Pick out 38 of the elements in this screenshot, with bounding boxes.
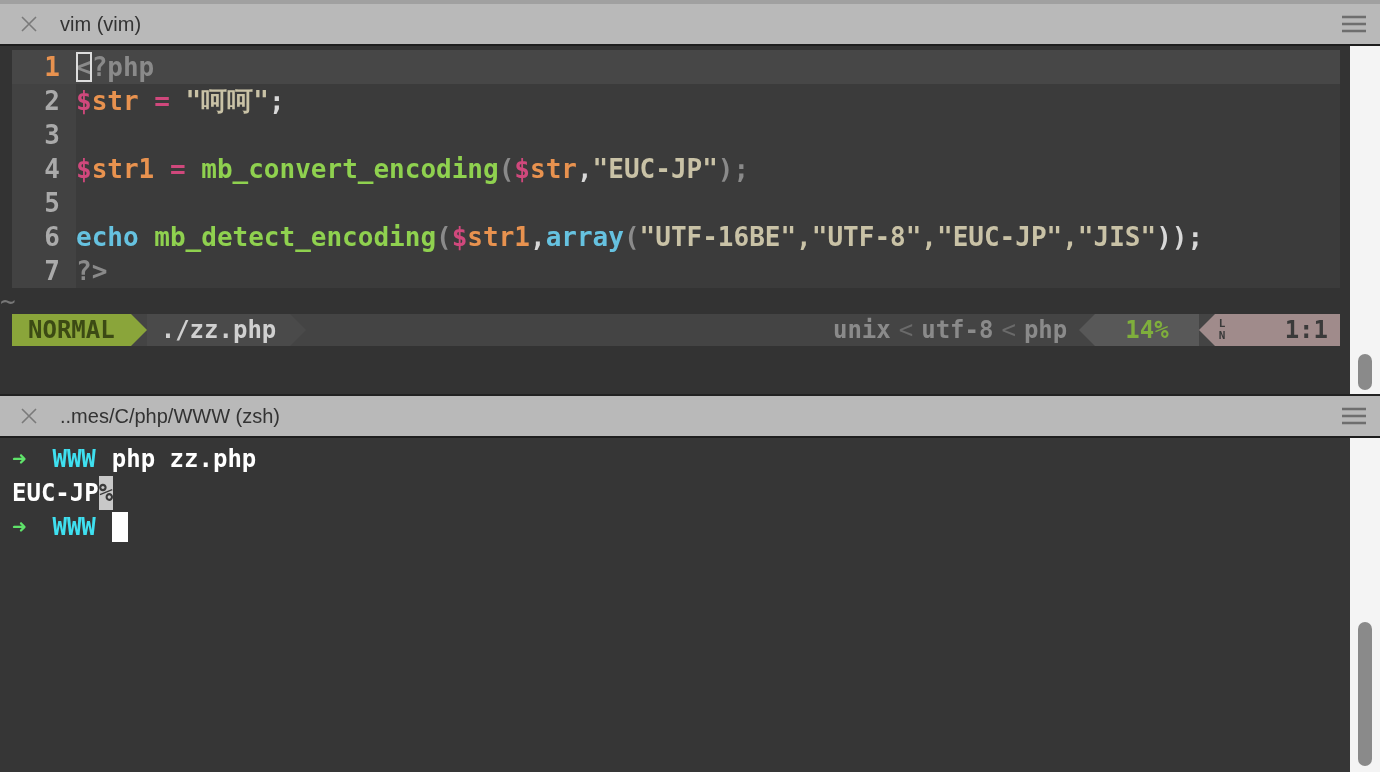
scrollbar[interactable]	[1350, 438, 1380, 772]
file-type: php	[1023, 315, 1069, 346]
line-number: 4	[12, 152, 76, 186]
tilde: ~	[0, 288, 16, 314]
code-text: $str = "呵呵";	[76, 85, 285, 118]
separator-arrow-icon	[1079, 314, 1096, 346]
line-number: 5	[12, 186, 76, 220]
prompt-arrow: ➜	[12, 444, 27, 475]
separator: <	[897, 315, 915, 346]
scrollbar-thumb[interactable]	[1358, 354, 1372, 390]
line-number: 2	[12, 84, 76, 118]
scrollbar-thumb[interactable]	[1358, 622, 1372, 766]
menu-icon[interactable]	[1342, 15, 1366, 33]
prompt-directory: WWW	[52, 444, 96, 475]
code-text: ?>	[76, 255, 108, 288]
file-format: unix	[832, 315, 891, 346]
separator: <	[1000, 315, 1017, 346]
separator-arrow-icon	[130, 314, 147, 346]
pane-title: vim (vim)	[60, 12, 142, 37]
code-text: echo mb_detect_encoding($str1,array("UTF-16BE","UTF-8","EUC-JP","JIS"));	[76, 221, 1204, 254]
close-icon[interactable]	[20, 15, 38, 33]
pane-title: ..mes/C/php/WWW (zsh)	[60, 404, 280, 429]
close-icon[interactable]	[20, 407, 38, 425]
prompt-directory: WWW	[52, 512, 96, 543]
file-encoding: utf-8	[921, 315, 994, 346]
terminal-text: %	[98, 476, 114, 510]
menu-icon[interactable]	[1342, 407, 1366, 425]
code-text: $str1 = mb_convert_encoding($str,"EUC-JP");	[76, 153, 750, 186]
cursor-position: 1:1	[1284, 315, 1328, 346]
scrollbar[interactable]	[1350, 46, 1380, 394]
terminal-text: EUC-JP	[12, 478, 99, 509]
line-number: 7	[12, 254, 76, 288]
prompt-arrow: ➜	[12, 512, 27, 543]
line-number: 1	[43, 51, 61, 84]
terminal-text: php zz.php	[111, 444, 257, 475]
line-label: LN	[1218, 318, 1227, 342]
line-number: 3	[12, 118, 76, 152]
line-number: 6	[12, 220, 76, 254]
